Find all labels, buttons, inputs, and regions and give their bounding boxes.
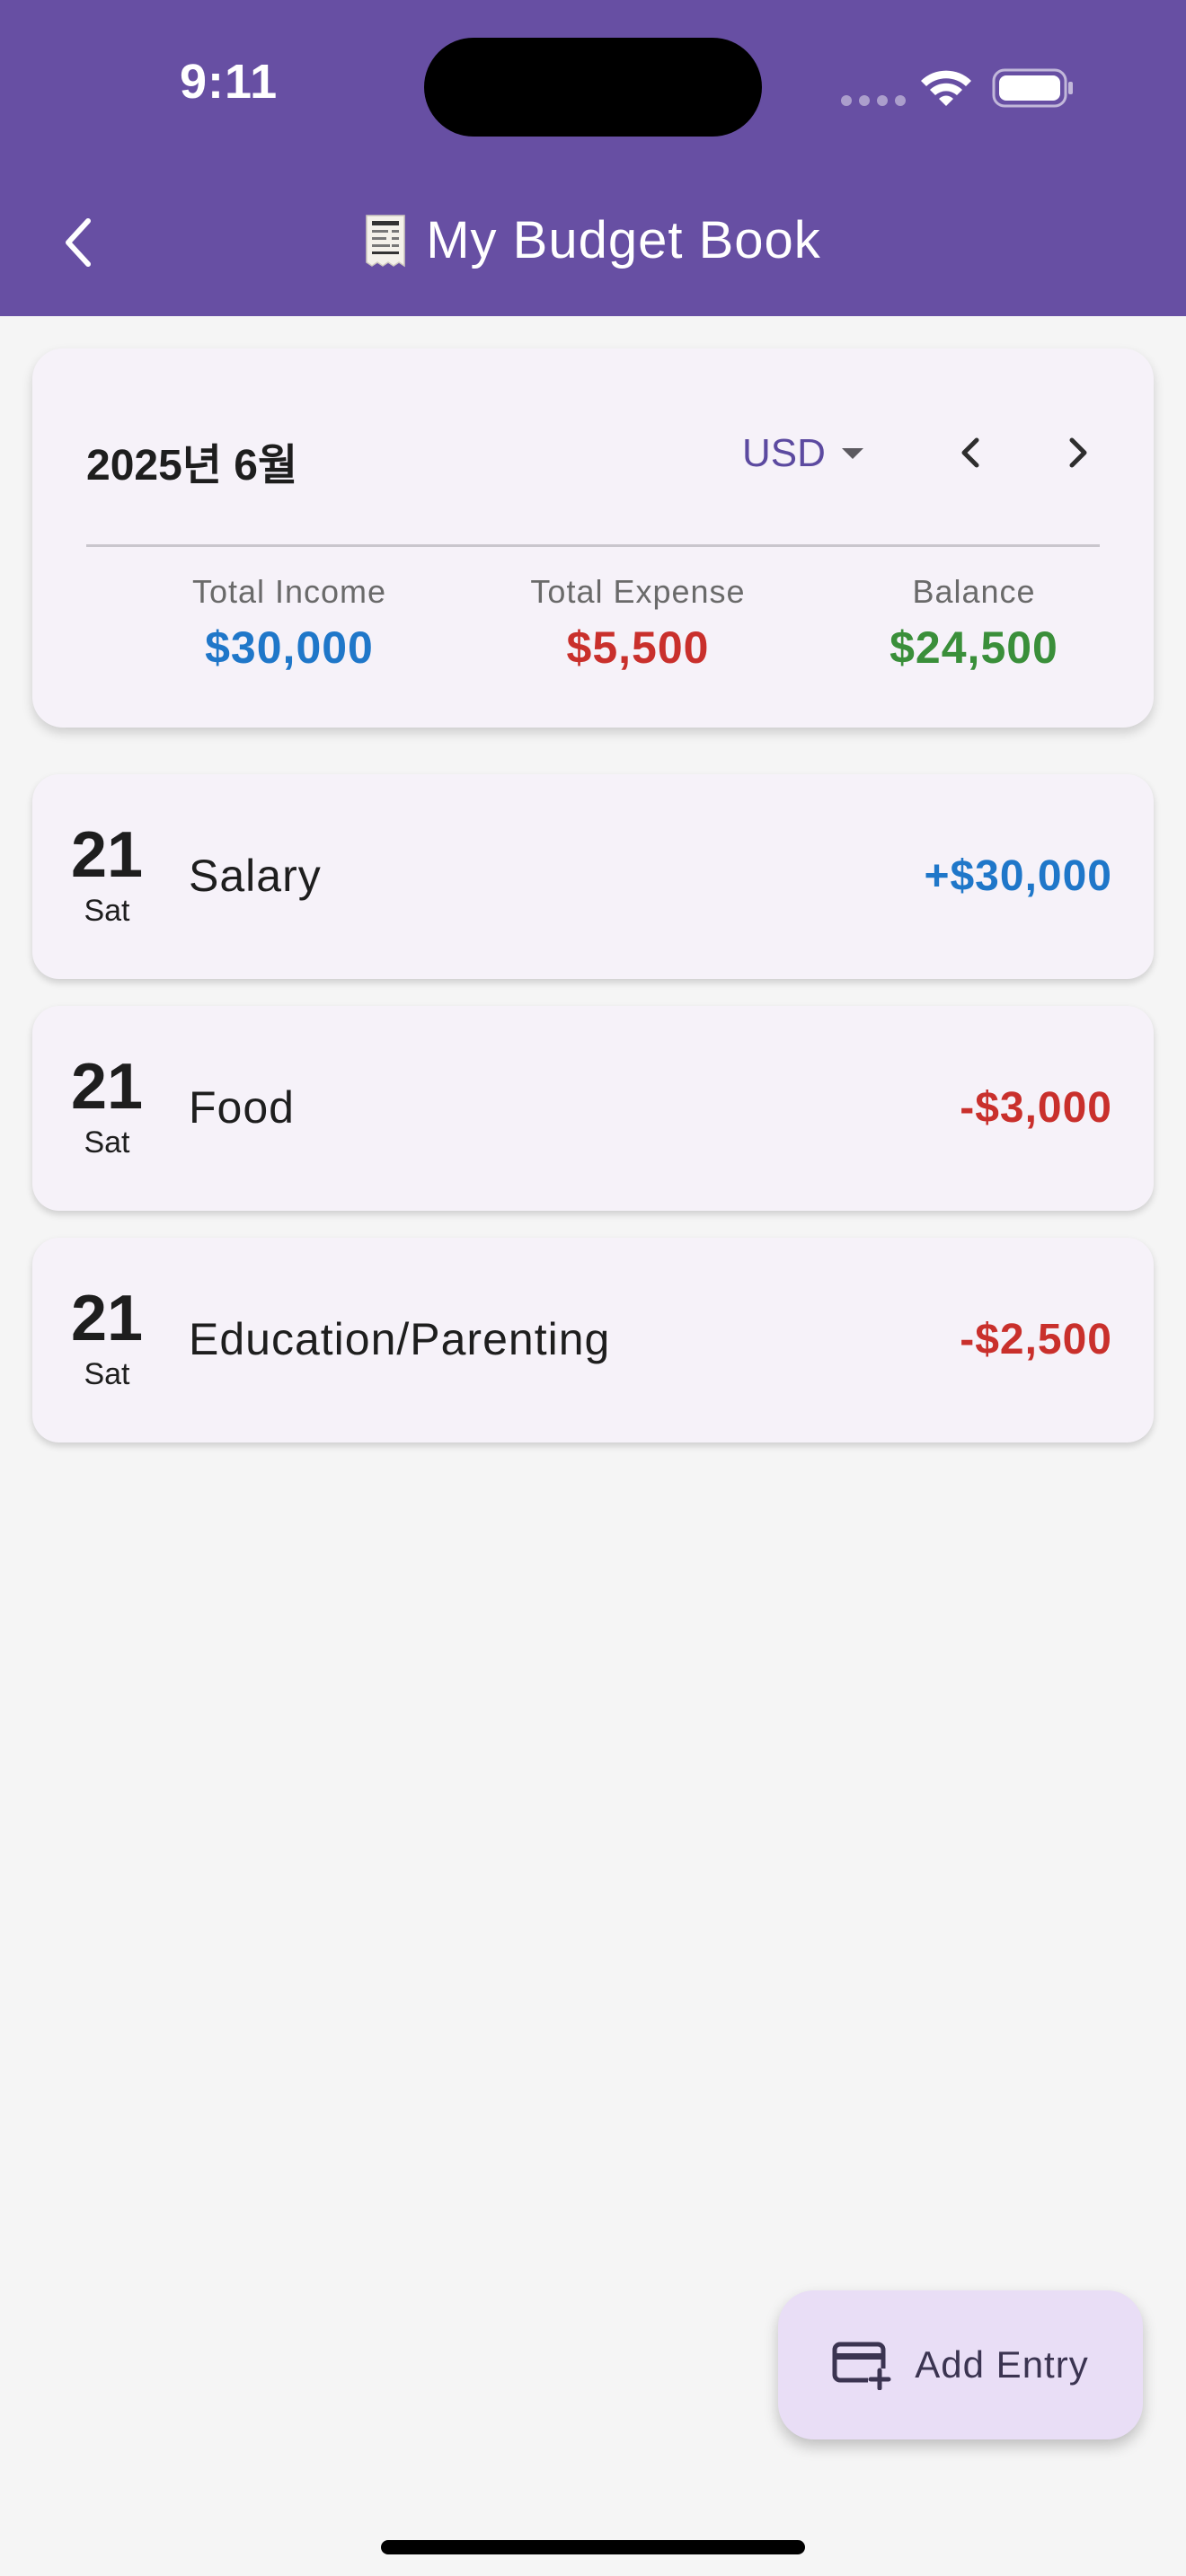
receipt-icon <box>366 214 405 267</box>
list-item[interactable]: 21 Sat Education/Parenting -$2,500 <box>32 1238 1154 1442</box>
entry-date: 21 Sat <box>68 1051 146 1160</box>
total-income-label: Total Income <box>191 573 387 610</box>
divider <box>86 544 1100 547</box>
dropdown-arrow-icon <box>841 448 863 459</box>
page-title-group: My Budget Book <box>0 210 1186 270</box>
balance-stat: Balance $24,500 <box>803 573 1145 674</box>
summary-card: 2025년 6월 USD Total Income $30,000 Total … <box>32 348 1154 728</box>
app-bar: 9:11 My Budget Book <box>0 0 1186 316</box>
chevron-right-icon <box>1069 437 1087 468</box>
currency-dropdown[interactable]: USD <box>742 422 865 485</box>
entry-category: Education/Parenting <box>189 1314 611 1364</box>
cellular-signal-icon <box>841 95 906 106</box>
entry-date: 21 Sat <box>68 1283 146 1392</box>
entry-weekday: Sat <box>84 1357 130 1391</box>
entry-amount: +$30,000 <box>924 852 1112 900</box>
total-expense-value: $5,500 <box>566 622 710 673</box>
chevron-left-icon <box>961 437 979 468</box>
previous-month-button[interactable] <box>938 420 1003 485</box>
entry-weekday: Sat <box>84 894 130 928</box>
home-indicator <box>381 2540 805 2554</box>
card-add-icon <box>832 2342 892 2390</box>
total-expense-stat: Total Expense $5,500 <box>467 573 809 674</box>
list-item[interactable]: 21 Sat Food -$3,000 <box>32 1006 1154 1211</box>
dynamic-island <box>424 38 762 137</box>
wifi-icon <box>921 70 971 106</box>
month-label: 2025년 6월 <box>86 442 298 490</box>
add-entry-label: Add Entry <box>915 2343 1089 2386</box>
entry-category: Food <box>189 1082 295 1133</box>
battery-icon <box>992 68 1073 108</box>
list-item[interactable]: 21 Sat Salary +$30,000 <box>32 774 1154 979</box>
entry-amount: -$2,500 <box>960 1316 1112 1363</box>
next-month-button[interactable] <box>1046 420 1111 485</box>
page-title: My Budget Book <box>426 211 821 269</box>
entry-date: 21 Sat <box>68 819 146 929</box>
balance-value: $24,500 <box>890 622 1058 673</box>
currency-value: USD <box>742 431 826 475</box>
total-income-stat: Total Income $30,000 <box>119 573 460 674</box>
entry-day: 21 <box>70 1283 144 1354</box>
balance-label: Balance <box>912 573 1036 610</box>
total-income-value: $30,000 <box>205 622 374 673</box>
entry-day: 21 <box>70 1051 144 1123</box>
entry-amount: -$3,000 <box>960 1084 1112 1132</box>
entry-day: 21 <box>70 819 144 891</box>
total-expense-label: Total Expense <box>530 573 746 610</box>
entry-weekday: Sat <box>84 1125 130 1160</box>
add-entry-button[interactable]: Add Entry <box>778 2290 1143 2439</box>
entry-category: Salary <box>189 851 322 901</box>
status-time: 9:11 <box>180 55 279 109</box>
